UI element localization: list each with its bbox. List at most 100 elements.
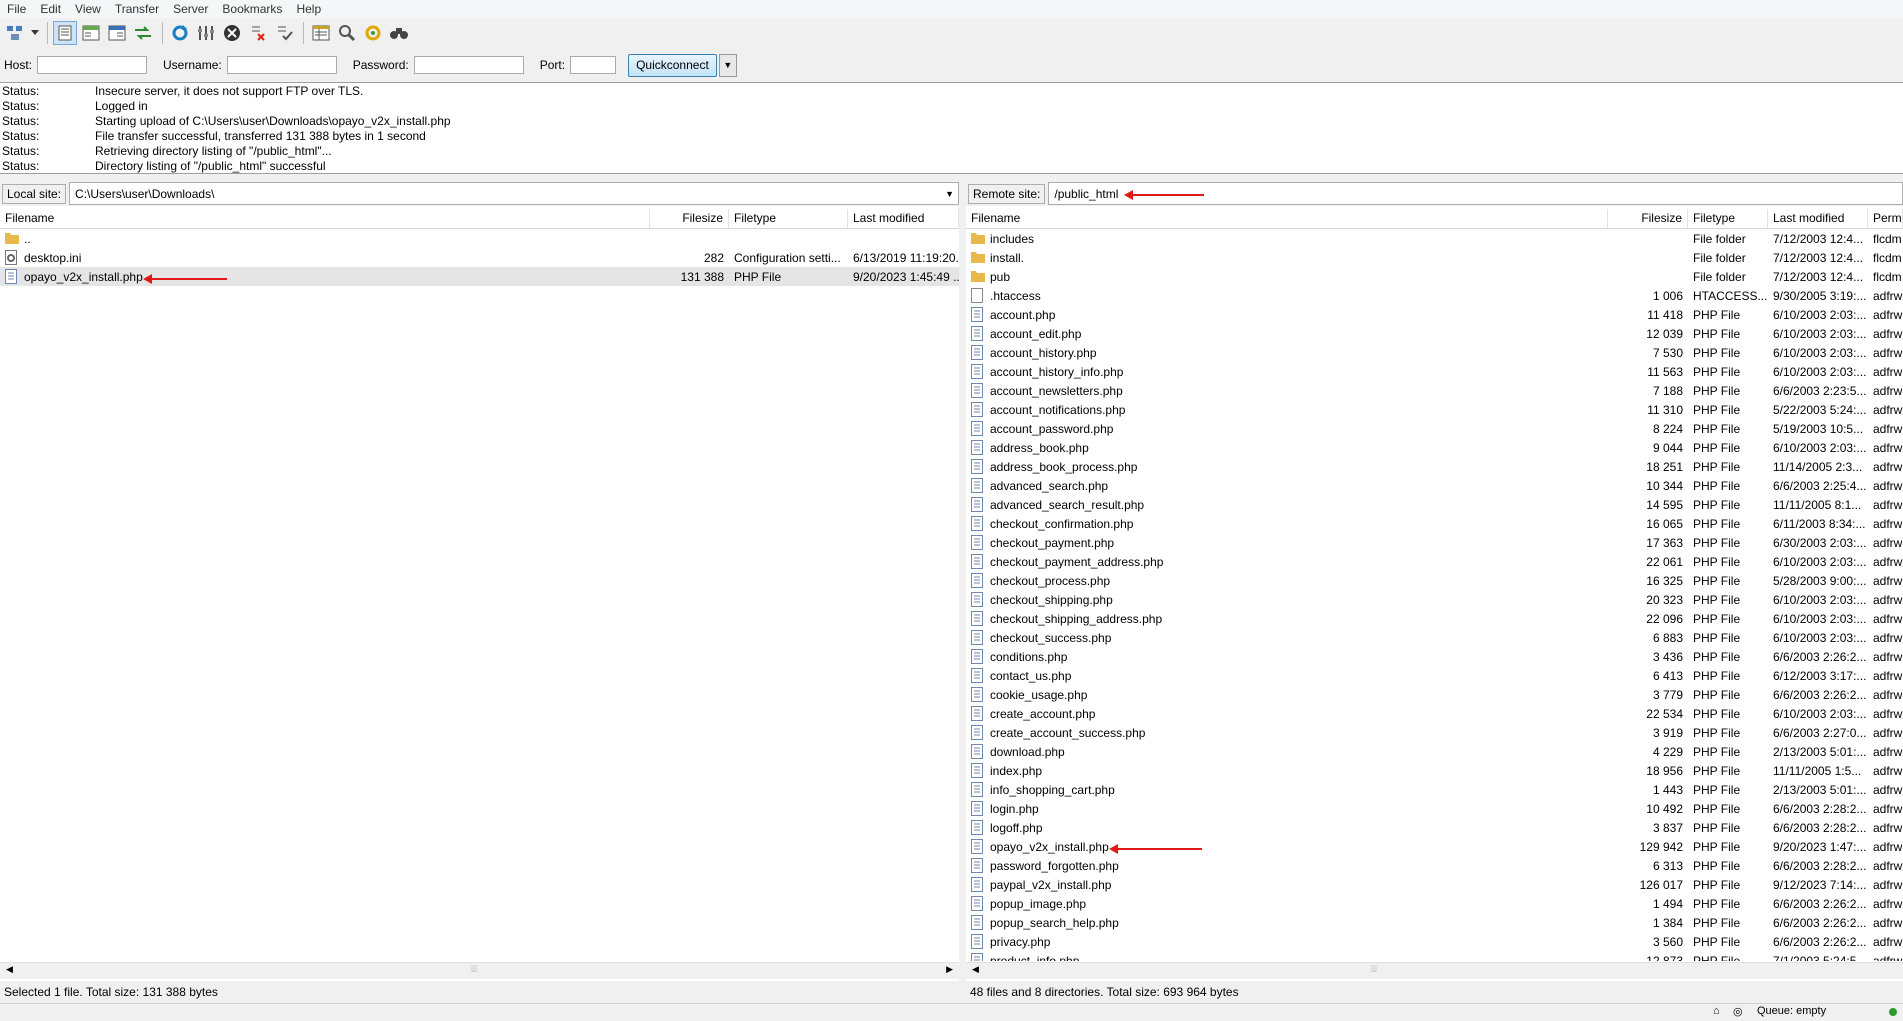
local-file-row[interactable]: desktop.ini 282 Configuration setti... 6/13… (0, 248, 959, 267)
remote-header-filename[interactable]: Filename (966, 209, 1608, 228)
remote-cell-modified: 6/6/2003 2:26:2... (1773, 687, 1867, 702)
remote-file-row[interactable]: advanced_search_result.php 14 595 PHP File… (966, 495, 1903, 514)
remote-file-row[interactable]: popup_image.php 1 494 PHP File 6/6/2003 2:2… (966, 894, 1903, 913)
quickconnect-button[interactable]: Quickconnect (628, 53, 717, 77)
site-manager-icon[interactable] (4, 21, 28, 45)
remote-file-row[interactable]: info_shopping_cart.php 1 443 PHP File 2/13/… (966, 780, 1903, 799)
menu-file[interactable]: File (0, 2, 33, 16)
remote-file-row[interactable]: contact_us.php 6 413 PHP File 6/12/2003 3:1… (966, 666, 1903, 685)
remote-file-row[interactable]: advanced_search.php 10 344 PHP File 6/6/200… (966, 476, 1903, 495)
remote-filename: checkout_success.php (990, 630, 1112, 645)
local-header-filesize[interactable]: Filesize (650, 209, 729, 228)
process-queue-icon[interactable] (194, 21, 218, 45)
synchronized-browsing-icon[interactable] (361, 21, 385, 45)
remote-cell-size: 18 956 (1646, 763, 1683, 778)
toggle-log-icon[interactable] (53, 21, 77, 45)
remote-cell-size: 10 344 (1646, 478, 1683, 493)
scroll-thumb-grip-icon[interactable]: ⦙⦙⦙ (1371, 964, 1377, 975)
search-remote-files-icon[interactable] (387, 21, 411, 45)
remote-header-filetype[interactable]: Filetype (1688, 209, 1768, 228)
username-input[interactable] (226, 56, 337, 74)
quickconnect-dropdown-icon[interactable]: ▼ (718, 53, 737, 77)
refresh-icon[interactable] (168, 21, 192, 45)
menu-help[interactable]: Help (289, 2, 328, 16)
menu-transfer[interactable]: Transfer (108, 2, 166, 16)
local-header-filename[interactable]: Filename (0, 209, 650, 228)
remote-file-row[interactable]: checkout_process.php 16 325 PHP File 5/28/2… (966, 571, 1903, 590)
remote-file-row[interactable]: download.php 4 229 PHP File 2/13/2003 5:01:… (966, 742, 1903, 761)
menu-view[interactable]: View (68, 2, 108, 16)
message-log[interactable]: Status: Insecure server, it does not supp… (0, 82, 1903, 174)
local-path-input[interactable]: C:\Users\user\Downloads\ ▼ (69, 182, 959, 205)
toggle-remote-tree-icon[interactable] (105, 21, 129, 45)
remote-file-row[interactable]: includes File folder 7/12/2003 12:4... flcd… (966, 229, 1903, 248)
cancel-operation-icon[interactable] (220, 21, 244, 45)
remote-file-row[interactable]: paypal_v2x_install.php 126 017 PHP File 9/1… (966, 875, 1903, 894)
remote-file-row[interactable]: checkout_shipping_address.php 22 096 PHP F… (966, 609, 1903, 628)
scroll-right-icon[interactable]: ▶ (946, 964, 953, 975)
file-icon (971, 345, 985, 360)
remote-file-row[interactable]: password_forgotten.php 6 313 PHP File 6/6/2… (966, 856, 1903, 875)
directory-listing-filters-icon[interactable] (309, 21, 333, 45)
port-input[interactable] (570, 56, 617, 74)
pane-splitter[interactable] (959, 181, 966, 1001)
remote-file-row[interactable]: checkout_confirmation.php 16 065 PHP File 6… (966, 514, 1903, 533)
scroll-left-icon[interactable]: ◀ (972, 964, 979, 975)
remote-horizontal-scrollbar[interactable]: ◀ ⦙⦙⦙ (966, 962, 1903, 979)
local-header-modified[interactable]: Last modified (848, 209, 959, 228)
remote-header-filesize[interactable]: Filesize (1608, 209, 1688, 228)
remote-header-modified[interactable]: Last modified (1768, 209, 1868, 228)
remote-file-row[interactable]: checkout_success.php 6 883 PHP File 6/10/20… (966, 628, 1903, 647)
remote-file-row[interactable]: logoff.php 3 837 PHP File 6/6/2003 2:28:2..… (966, 818, 1903, 837)
remote-file-row[interactable]: install. File folder 7/12/2003 12:4... flcd… (966, 248, 1903, 267)
local-path-dropdown-icon[interactable]: ▼ (945, 189, 954, 199)
remote-file-row[interactable]: account_newsletters.php 7 188 PHP File 6/6/… (966, 381, 1903, 400)
menu-bookmarks[interactable]: Bookmarks (215, 2, 289, 16)
remote-file-row[interactable]: create_account.php 22 534 PHP File 6/10/200… (966, 704, 1903, 723)
local-header-filetype[interactable]: Filetype (729, 209, 848, 228)
reconnect-icon[interactable] (272, 21, 296, 45)
disconnect-icon[interactable] (246, 21, 270, 45)
remote-file-row[interactable]: account_history.php 7 530 PHP File 6/10/200… (966, 343, 1903, 362)
local-file-row[interactable]: .. (0, 229, 959, 248)
remote-file-row[interactable]: create_account_success.php 3 919 PHP File 6… (966, 723, 1903, 742)
remote-file-row[interactable]: conditions.php 3 436 PHP File 6/6/2003 2:26… (966, 647, 1903, 666)
remote-file-row[interactable]: cookie_usage.php 3 779 PHP File 6/6/2003 2:… (966, 685, 1903, 704)
remote-cell-modified: 6/6/2003 2:26:2... (1773, 649, 1867, 664)
remote-file-row[interactable]: account_notifications.php 11 310 PHP File 5… (966, 400, 1903, 419)
remote-cell-modified: 6/10/2003 2:03:... (1773, 326, 1867, 341)
remote-file-row[interactable]: checkout_shipping.php 20 323 PHP File 6/10/… (966, 590, 1903, 609)
remote-file-row[interactable]: address_book_process.php 18 251 PHP File 11… (966, 457, 1903, 476)
remote-file-row[interactable]: checkout_payment_address.php 22 061 PHP Fi… (966, 552, 1903, 571)
remote-header-permissions[interactable]: Permi (1868, 209, 1903, 228)
log-entry: Status: Retrieving directory listing of "… (0, 144, 1903, 159)
remote-file-row[interactable]: privacy.php 3 560 PHP File 6/6/2003 2:26:2.… (966, 932, 1903, 951)
site-manager-dropdown-icon[interactable] (30, 21, 40, 45)
remote-file-row[interactable]: product_info.php 12 873 PHP File 7/1/2003 5… (966, 951, 1903, 961)
remote-file-row[interactable]: index.php 18 956 PHP File 11/11/2005 1:5...… (966, 761, 1903, 780)
remote-file-row[interactable]: login.php 10 492 PHP File 6/6/2003 2:28:2..… (966, 799, 1903, 818)
remote-path-value: /public_html (1054, 186, 1119, 201)
remote-file-row[interactable]: account_edit.php 12 039 PHP File 6/10/2003 … (966, 324, 1903, 343)
host-input[interactable] (37, 56, 148, 74)
remote-file-row[interactable]: address_book.php 9 044 PHP File 6/10/2003 2… (966, 438, 1903, 457)
toggle-local-tree-icon[interactable] (79, 21, 103, 45)
scroll-left-icon[interactable]: ◀ (6, 964, 13, 975)
remote-file-row[interactable]: checkout_payment.php 17 363 PHP File 6/30/2… (966, 533, 1903, 552)
speed-limit-icon[interactable]: ◎ (1733, 1005, 1743, 1018)
remote-file-row[interactable]: account_history_info.php 11 563 PHP File 6/… (966, 362, 1903, 381)
local-horizontal-scrollbar[interactable]: ◀ ⦙⦙⦙ ▶ (0, 962, 959, 979)
remote-file-row[interactable]: opayo_v2x_install.php 129 942 PHP File 9/20… (966, 837, 1903, 856)
remote-filename: address_book_process.php (990, 459, 1138, 474)
remote-file-row[interactable]: popup_search_help.php 1 384 PHP File 6/6/20… (966, 913, 1903, 932)
directory-comparison-icon[interactable] (335, 21, 359, 45)
remote-file-row[interactable]: account_password.php 8 224 PHP File 5/19/20… (966, 419, 1903, 438)
menu-edit[interactable]: Edit (33, 2, 68, 16)
scroll-thumb-grip-icon[interactable]: ⦙⦙⦙ (471, 964, 477, 975)
remote-file-row[interactable]: account.php 11 418 PHP File 6/10/2003 2:03:… (966, 305, 1903, 324)
toggle-queue-icon[interactable] (131, 21, 155, 45)
remote-file-row[interactable]: pub File folder 7/12/2003 12:4... flcdm (966, 267, 1903, 286)
menu-server[interactable]: Server (166, 2, 215, 16)
password-input[interactable] (413, 56, 524, 74)
remote-file-row[interactable]: .htaccess 1 006 HTACCESS... 9/30/2005 3:19:… (966, 286, 1903, 305)
